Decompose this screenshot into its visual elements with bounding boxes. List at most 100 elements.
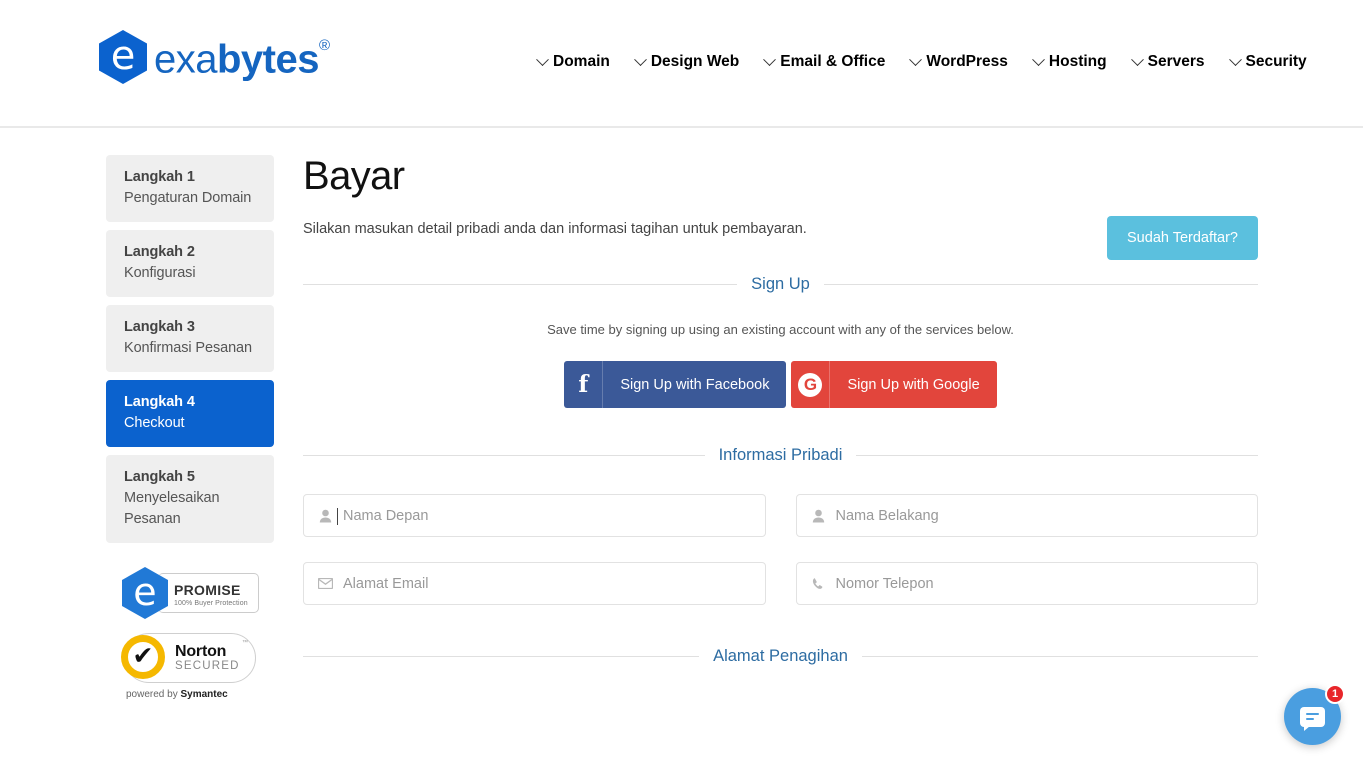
sidebar-step-1[interactable]: Langkah 1 Pengaturan Domain [106,155,274,222]
logo-prefix: exa [154,37,218,82]
nav-item-email-office[interactable]: Email & Office [752,50,898,74]
norton-secured-label: SECURED [175,660,240,672]
chevron-down-icon [1130,52,1144,66]
sidebar-step-5[interactable]: Langkah 5 Menyelesaikan Pesanan [106,455,274,543]
nav-item-domain[interactable]: Domain [525,50,623,74]
epromise-title: PROMISE [174,581,241,598]
phone-placeholder: Nomor Telepon [835,575,934,592]
nav-item-servers[interactable]: Servers [1120,50,1218,74]
contact-fields-row: Alamat Email Nomor Telepon [303,562,1258,605]
facebook-signup-button[interactable]: f Sign Up with Facebook [564,361,787,408]
signup-section-heading: Sign Up [303,275,1259,294]
norton-footer-prefix: powered by [126,689,181,700]
site-logo[interactable]: e exabytes® [99,30,330,84]
norton-text: Norton SECURED [175,643,240,673]
main-navigation: Domain Design Web Email & Office WordPre… [525,50,1320,74]
google-button-label: Sign Up with Google [847,376,980,393]
step-subtitle: Checkout [124,415,185,431]
chevron-down-icon [763,52,777,66]
step-subtitle: Konfirmasi Pesanan [124,340,252,356]
step-title: Langkah 3 [124,319,195,335]
logo-trademark: ® [319,37,330,55]
chevron-down-icon [1032,52,1045,66]
norton-name: Norton [175,643,227,660]
last-name-input[interactable]: Nama Belakang [795,494,1258,537]
logo-mark-letter: e [110,32,136,79]
norton-footer: powered by Symantec [126,689,274,700]
sidebar-step-3[interactable]: Langkah 3 Konfirmasi Pesanan [106,305,274,372]
divider-line-left [303,455,705,456]
nav-label: Hosting [1048,53,1107,70]
chat-bubble-line [1306,712,1319,715]
logo-suffix: bytes [217,37,320,82]
billing-heading-text: Alamat Penagihan [713,647,848,665]
page-body: Langkah 1 Pengaturan Domain Langkah 2 Ko… [0,128,1363,700]
chat-bubble-icon [1300,706,1325,731]
nav-label: WordPress [926,53,1008,70]
first-name-placeholder: Nama Depan [336,507,429,525]
phone-icon [811,576,826,592]
name-fields-row: Nama Depan Nama Belakang [303,494,1258,537]
step-subtitle: Konfigurasi [124,265,196,281]
step-subtitle: Pengaturan Domain [124,190,252,206]
already-registered-button[interactable]: Sudah Terdaftar? [1107,216,1258,260]
page-title: Bayar [303,154,405,198]
divider-line-right [856,455,1258,456]
epromise-subtitle: 100% Buyer Protection [174,599,248,607]
sidebar-step-2[interactable]: Langkah 2 Konfigurasi [106,230,274,297]
epromise-text-box: PROMISE 100% Buyer Protection [158,573,259,613]
norton-badge-box: ✔ Norton SECURED ™ [121,633,256,683]
nav-label: Security [1245,53,1307,70]
exabytes-hex-icon: e [99,30,147,84]
divider-line-left [303,656,700,657]
personal-info-heading-text: Informasi Pribadi [718,446,843,464]
chevron-down-icon [633,52,647,66]
chat-unread-badge: 1 [1325,684,1345,704]
step-title: Langkah 1 [124,169,195,185]
divider-line-right [861,656,1259,657]
norton-secured-badge: ✔ Norton SECURED ™ powered by Symantec [121,633,274,700]
facebook-icon: f [564,361,604,408]
social-signup-row: f Sign Up with Facebook G Sign Up with G… [303,361,1258,408]
chevron-down-icon [1228,52,1242,66]
user-icon [811,508,826,524]
nav-label: Servers [1147,53,1205,70]
epromise-badge: e PROMISE 100% Buyer Protection [122,567,274,619]
norton-check-glyph: ✔ [132,641,154,670]
chevron-down-icon [909,52,923,66]
google-signup-button[interactable]: G Sign Up with Google [791,361,997,408]
phone-input[interactable]: Nomor Telepon [795,562,1258,605]
google-g-glyph: G [798,372,823,397]
email-input[interactable]: Alamat Email [303,562,766,605]
nav-label: Email & Office [780,53,886,70]
last-name-placeholder: Nama Belakang [835,507,939,524]
checkout-steps-sidebar: Langkah 1 Pengaturan Domain Langkah 2 Ko… [106,155,274,700]
nav-item-wordpress[interactable]: WordPress [898,50,1021,74]
envelope-icon [318,576,333,592]
first-name-input[interactable]: Nama Depan [303,494,766,537]
sidebar-step-4-active[interactable]: Langkah 4 Checkout [106,380,274,447]
nav-item-design-web[interactable]: Design Web [623,50,752,74]
step-title: Langkah 5 [124,469,195,485]
epromise-mark-letter: e [133,569,157,614]
logo-wordmark: exabytes® [154,32,330,81]
user-icon [318,508,333,524]
norton-trademark: ™ [242,640,248,646]
nav-item-security[interactable]: Security [1218,50,1320,74]
norton-footer-brand: Symantec [180,689,228,700]
nav-item-hosting[interactable]: Hosting [1021,50,1120,74]
nav-label: Domain [553,53,610,70]
checkout-main: Bayar Silakan masukan detail pribadi and… [303,154,1259,700]
step-subtitle: Menyelesaikan Pesanan [124,490,220,527]
chat-widget-button[interactable]: 1 [1284,684,1345,745]
site-header: e exabytes® Domain Design Web Email & Of… [0,0,1363,128]
norton-checkmark-icon: ✔ [121,635,165,679]
personal-info-section-heading: Informasi Pribadi [303,446,1258,465]
chevron-down-icon [536,52,549,66]
signup-description: Save time by signing up using an existin… [547,322,1014,337]
chat-bubble-line [1306,718,1314,721]
signup-heading-text: Sign Up [751,275,810,293]
divider-line-right [823,284,1259,285]
google-icon: G [791,361,831,408]
email-placeholder: Alamat Email [343,575,429,592]
